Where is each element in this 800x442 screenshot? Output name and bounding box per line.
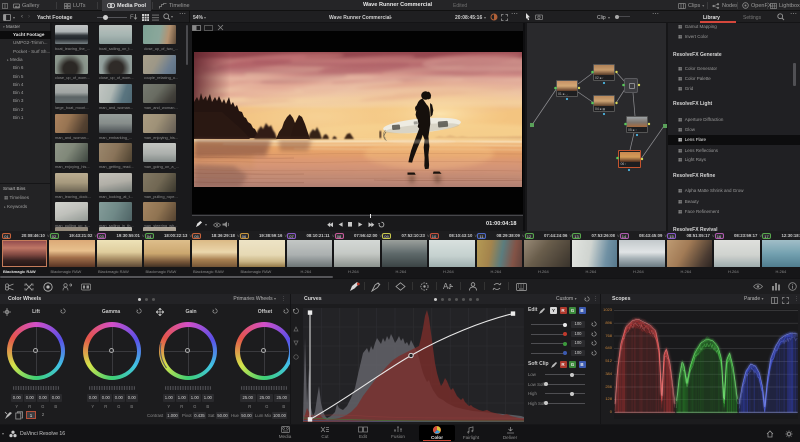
svg-text:F: F: [130, 15, 134, 21]
svg-text:A: A: [443, 282, 449, 291]
